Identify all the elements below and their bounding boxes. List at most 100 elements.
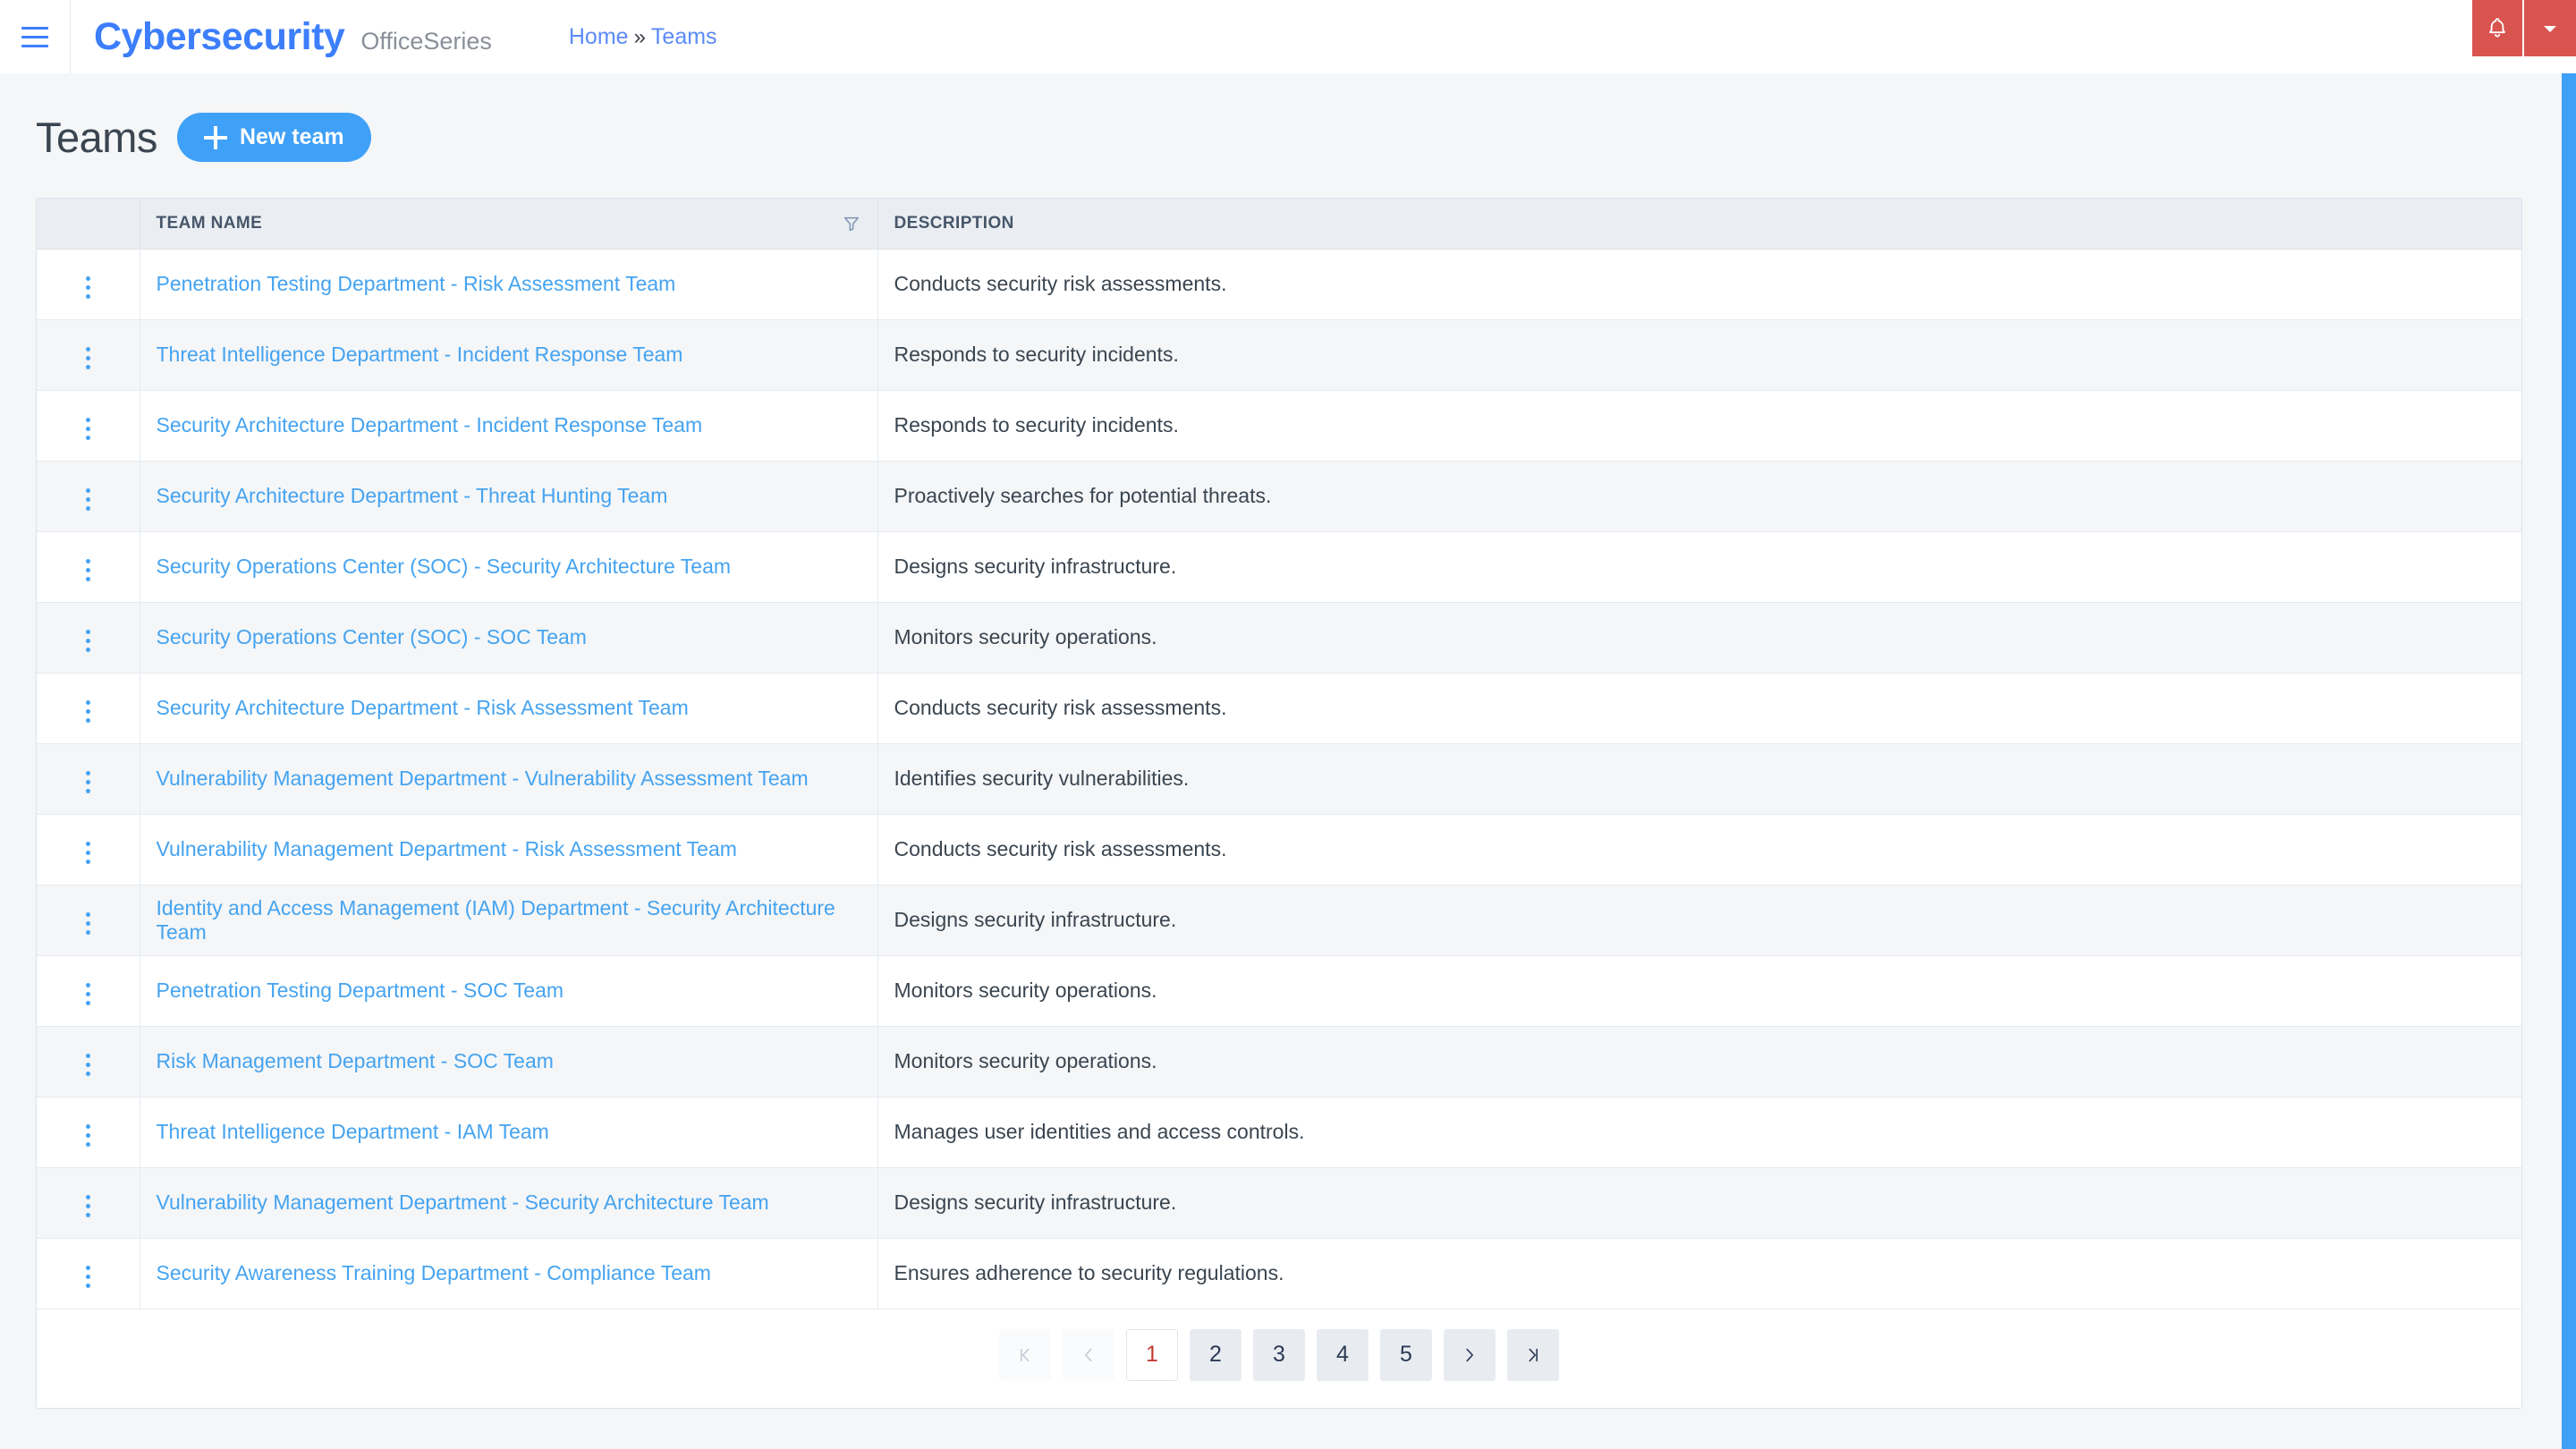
pagination-page-5[interactable]: 5 xyxy=(1380,1328,1432,1381)
dot xyxy=(85,427,90,431)
team-description-cell: Monitors security operations. xyxy=(877,1026,2521,1097)
team-description-cell: Manages user identities and access contr… xyxy=(877,1097,2521,1168)
dot xyxy=(85,648,90,652)
team-name-link[interactable]: Risk Management Department - SOC Team xyxy=(157,1049,554,1072)
team-name-cell: Vulnerability Management Department - Se… xyxy=(140,1167,878,1239)
page-title: Teams xyxy=(36,114,157,161)
vertical-dots-icon[interactable] xyxy=(72,1188,105,1224)
vertical-dots-icon[interactable] xyxy=(72,976,105,1013)
team-name-link[interactable]: Security Architecture Department - Risk … xyxy=(157,696,689,719)
breadcrumb-home-link[interactable]: Home xyxy=(569,24,629,50)
team-name-cell: Vulnerability Management Department - Vu… xyxy=(140,743,878,815)
table-row: Security Architecture Department - Threa… xyxy=(37,461,2521,532)
team-description-cell: Identifies security vulnerabilities. xyxy=(877,743,2521,815)
vertical-dots-icon[interactable] xyxy=(72,1117,105,1154)
vertical-dots-icon[interactable] xyxy=(72,1046,105,1083)
vertical-dots-icon[interactable] xyxy=(72,693,105,730)
team-name-cell: Security Architecture Department - Threa… xyxy=(140,461,878,532)
brand-title: Cybersecurity xyxy=(94,14,345,58)
teams-table-card: TEAM NAME DESCRIPTION Penetration Testin… xyxy=(36,198,2522,1409)
brand[interactable]: Cybersecurity OfficeSeries xyxy=(71,15,492,59)
page-scrollbar[interactable] xyxy=(2562,73,2576,1449)
table-row: Penetration Testing Department - SOC Tea… xyxy=(37,955,2521,1027)
row-actions-cell xyxy=(37,1167,140,1239)
team-name-link[interactable]: Security Operations Center (SOC) - SOC T… xyxy=(157,625,587,648)
dot xyxy=(85,780,90,784)
team-name-link[interactable]: Security Operations Center (SOC) - Secur… xyxy=(157,555,732,578)
vertical-dots-icon[interactable] xyxy=(72,764,105,801)
column-header-actions xyxy=(37,199,140,250)
team-name-link[interactable]: Security Architecture Department - Incid… xyxy=(157,413,703,436)
table-row: Vulnerability Management Department - Se… xyxy=(37,1167,2521,1239)
pagination-next-button[interactable] xyxy=(1444,1328,1496,1381)
dot xyxy=(85,347,90,352)
table-row: Vulnerability Management Department - Vu… xyxy=(37,743,2521,815)
table-body: Penetration Testing Department - Risk As… xyxy=(37,249,2521,1309)
team-name-link[interactable]: Vulnerability Management Department - Se… xyxy=(157,1191,769,1214)
team-name-cell: Security Operations Center (SOC) - SOC T… xyxy=(140,602,878,674)
hamburger-line xyxy=(21,26,48,30)
team-name-link[interactable]: Security Architecture Department - Threa… xyxy=(157,484,668,507)
breadcrumb-current-link[interactable]: Teams xyxy=(651,24,717,50)
vertical-dots-icon[interactable] xyxy=(72,269,105,306)
team-name-link[interactable]: Penetration Testing Department - Risk As… xyxy=(157,272,676,295)
notifications-button[interactable] xyxy=(2472,0,2524,56)
team-name-link[interactable]: Identity and Access Management (IAM) Dep… xyxy=(157,896,835,944)
dot xyxy=(85,983,90,987)
vertical-dots-icon[interactable] xyxy=(72,905,105,942)
breadcrumb-separator: » xyxy=(633,24,646,49)
dot xyxy=(85,912,90,917)
vertical-dots-icon[interactable] xyxy=(72,552,105,589)
vertical-dots-icon[interactable] xyxy=(72,1258,105,1295)
vertical-dots-icon[interactable] xyxy=(72,340,105,377)
pagination-page-1[interactable]: 1 xyxy=(1126,1328,1178,1381)
new-team-button-label: New team xyxy=(239,124,344,149)
table-row: Vulnerability Management Department - Ri… xyxy=(37,814,2521,886)
team-name-link[interactable]: Penetration Testing Department - SOC Tea… xyxy=(157,979,564,1002)
team-name-cell: Security Operations Center (SOC) - Secur… xyxy=(140,531,878,603)
dot xyxy=(85,718,90,723)
dot xyxy=(85,568,90,572)
table-row: Security Architecture Department - Risk … xyxy=(37,673,2521,744)
pagination-page-4[interactable]: 4 xyxy=(1317,1328,1368,1381)
team-name-link[interactable]: Security Awareness Training Department -… xyxy=(157,1261,711,1284)
pagination-page-3[interactable]: 3 xyxy=(1253,1328,1305,1381)
team-name-link[interactable]: Vulnerability Management Department - Vu… xyxy=(157,767,809,790)
filter-funnel-icon[interactable] xyxy=(842,214,861,233)
row-actions-cell xyxy=(37,1238,140,1309)
team-name-link[interactable]: Vulnerability Management Department - Ri… xyxy=(157,837,737,860)
vertical-dots-icon[interactable] xyxy=(72,623,105,659)
pagination-first-button[interactable] xyxy=(999,1328,1051,1381)
breadcrumb: Home » Teams xyxy=(569,24,717,50)
dot xyxy=(85,488,90,493)
pagination-prev-button[interactable] xyxy=(1063,1328,1114,1381)
vertical-dots-icon[interactable] xyxy=(72,411,105,447)
dot xyxy=(85,771,90,775)
dot xyxy=(85,1284,90,1288)
dot xyxy=(85,789,90,793)
team-name-link[interactable]: Threat Intelligence Department - Inciden… xyxy=(157,343,683,366)
dot xyxy=(85,1266,90,1270)
vertical-dots-icon[interactable] xyxy=(72,481,105,518)
pagination-last-button[interactable] xyxy=(1507,1328,1559,1381)
hamburger-menu-icon[interactable] xyxy=(0,0,70,73)
dot xyxy=(85,639,90,643)
plus-icon xyxy=(203,125,227,149)
team-name-cell: Vulnerability Management Department - Ri… xyxy=(140,814,878,886)
row-actions-cell xyxy=(37,249,140,320)
row-actions-cell xyxy=(37,885,140,956)
dot xyxy=(85,930,90,935)
navbar-dropdown-button[interactable] xyxy=(2524,0,2576,56)
vertical-dots-icon[interactable] xyxy=(72,835,105,871)
team-description-cell: Designs security infrastructure. xyxy=(877,531,2521,603)
new-team-button[interactable]: New team xyxy=(176,113,371,162)
dot xyxy=(85,630,90,634)
team-name-cell: Risk Management Department - SOC Team xyxy=(140,1026,878,1097)
column-header-team-name-label: TEAM NAME xyxy=(156,213,263,233)
dot xyxy=(85,1204,90,1208)
page-body: Teams New team TEAM NAME DESCRIPTION Pen… xyxy=(0,73,2576,1449)
hamburger-line xyxy=(21,44,48,47)
pagination-page-2[interactable]: 2 xyxy=(1190,1328,1241,1381)
dot xyxy=(85,851,90,855)
team-name-link[interactable]: Threat Intelligence Department - IAM Tea… xyxy=(157,1120,549,1143)
